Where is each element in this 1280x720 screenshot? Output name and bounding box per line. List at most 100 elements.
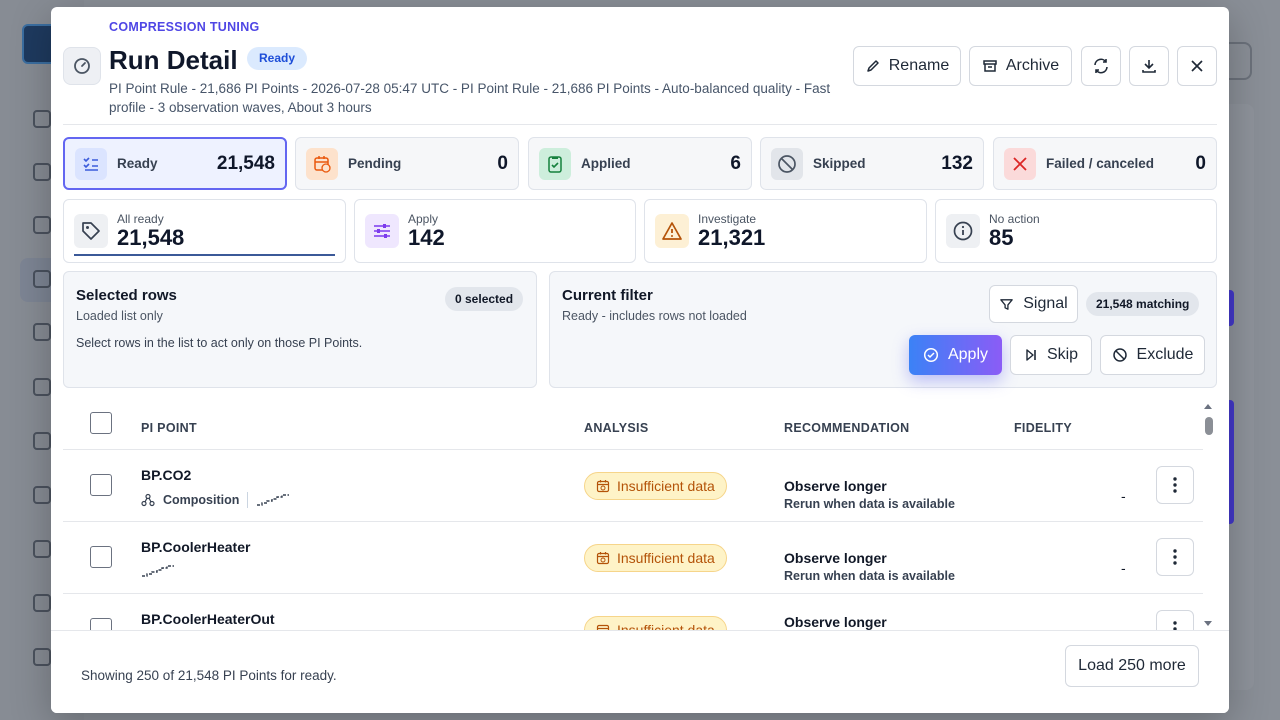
clipboard-check-icon	[539, 147, 571, 180]
refresh-icon	[1094, 58, 1108, 74]
exclude-button[interactable]: Exclude	[1100, 335, 1205, 375]
skip-button[interactable]: Skip	[1010, 335, 1092, 375]
eyebrow-label: COMPRESSION TUNING	[109, 20, 260, 34]
metric-label: All ready	[117, 212, 164, 226]
calendar-clock-icon	[596, 624, 610, 630]
load-more-button[interactable]: Load 250 more	[1065, 645, 1199, 687]
stat-label: Failed / canceled	[1046, 156, 1155, 171]
download-icon	[1142, 60, 1156, 73]
current-filter-title: Current filter	[562, 287, 653, 304]
analysis-badge: Insufficient data	[584, 472, 727, 500]
selected-rows-subtitle: Loaded list only	[76, 309, 163, 323]
cube-icon	[33, 486, 51, 504]
rename-button[interactable]: Rename	[853, 46, 961, 86]
composition-icon	[141, 493, 155, 507]
pencil-icon	[867, 60, 879, 72]
status-badge: Ready	[247, 47, 308, 70]
run-subtitle: PI Point Rule - 21,686 PI Points - 2026-…	[109, 81, 831, 115]
close-button[interactable]	[1177, 46, 1217, 86]
step-signal-icon	[142, 565, 174, 577]
analysis-label: Insufficient data	[617, 478, 715, 494]
metric-no-action[interactable]: No action 85	[935, 199, 1217, 263]
selected-rows-title: Selected rows	[76, 287, 177, 304]
pi-point-tags: Composition	[141, 492, 290, 508]
stat-value: 0	[1195, 152, 1206, 174]
selected-count-badge: 0 selected	[445, 287, 524, 311]
active-underline	[74, 254, 335, 256]
step-signal-icon	[257, 494, 290, 506]
more-vertical-icon	[1173, 549, 1177, 565]
recommendation-subtitle: Rerun when data is available	[784, 569, 955, 583]
scrollbar-thumb[interactable]	[1205, 417, 1213, 435]
table-header: PI POINT ANALYSIS RECOMMENDATION FIDELIT…	[63, 400, 1203, 450]
metric-value: 21,548	[117, 225, 185, 250]
analysis-label: Insufficient data	[617, 622, 715, 630]
row-checkbox[interactable]	[90, 474, 112, 496]
history-icon	[33, 216, 51, 234]
pulse-icon	[33, 432, 51, 450]
select-all-checkbox[interactable]	[90, 412, 112, 434]
fidelity-value: -	[1121, 488, 1126, 504]
stat-applied[interactable]: Applied 6	[528, 137, 752, 190]
analysis-label: Insufficient data	[617, 550, 715, 566]
rename-label: Rename	[888, 57, 950, 74]
apply-button[interactable]: Apply	[909, 335, 1002, 375]
tag-nav-icon	[33, 323, 51, 341]
column-fidelity[interactable]: FIDELITY	[1014, 421, 1072, 435]
check-circle-icon	[923, 347, 939, 363]
column-pi-point[interactable]: PI POINT	[141, 421, 197, 435]
current-filter-panel: Current filter Ready - includes rows not…	[549, 271, 1217, 388]
metric-all-ready[interactable]: All ready 21,548	[63, 199, 346, 263]
row-menu-button[interactable]	[1156, 466, 1194, 504]
row-menu-button[interactable]	[1156, 538, 1194, 576]
metric-label: No action	[989, 212, 1040, 226]
column-analysis[interactable]: ANALYSIS	[584, 421, 648, 435]
metric-investigate[interactable]: Investigate 21,321	[644, 199, 927, 263]
stat-ready[interactable]: Ready 21,548	[63, 137, 287, 190]
calendar-clock-icon	[306, 147, 338, 180]
stat-label: Ready	[117, 156, 158, 171]
table-row[interactable]: BP.CoolerHeater Insufficient data Observ…	[63, 522, 1203, 594]
column-recommendation[interactable]: RECOMMENDATION	[784, 421, 910, 435]
ban-icon	[1112, 348, 1127, 362]
gauge-icon	[63, 47, 101, 85]
info-icon	[946, 214, 980, 248]
archive-button[interactable]: Archive	[969, 46, 1072, 86]
row-checkbox[interactable]	[90, 546, 112, 568]
stat-value: 0	[497, 152, 508, 174]
signal-label: Signal	[1023, 295, 1068, 312]
table-row[interactable]: BP.CoolerHeaterOut Insufficient data Obs…	[63, 594, 1203, 630]
metric-label: Investigate	[698, 212, 757, 226]
skip-icon	[1026, 349, 1036, 361]
boxes-icon	[33, 540, 51, 558]
stat-skipped[interactable]: Skipped 132	[760, 137, 984, 190]
download-button[interactable]	[1129, 46, 1169, 86]
alert-icon	[33, 163, 51, 181]
recommendation-title: Observe longer	[784, 478, 887, 494]
refresh-button[interactable]	[1081, 46, 1121, 86]
exclude-label: Exclude	[1136, 346, 1194, 363]
modal-footer: Showing 250 of 21,548 PI Points for read…	[51, 630, 1229, 713]
signal-filter-button[interactable]: Signal	[989, 285, 1078, 323]
tag-icon	[74, 214, 108, 248]
stat-pending[interactable]: Pending 0	[295, 137, 519, 190]
monitor-icon	[33, 594, 51, 612]
stat-failed[interactable]: Failed / canceled 0	[993, 137, 1217, 190]
matching-count-badge: 21,548 matching	[1086, 292, 1200, 316]
analysis-badge: Insufficient data	[584, 616, 727, 630]
apply-label: Apply	[947, 346, 989, 363]
checklist-icon	[75, 147, 107, 180]
skip-label: Skip	[1046, 346, 1079, 363]
more-vertical-icon	[1173, 477, 1177, 493]
metric-apply[interactable]: Apply 142	[354, 199, 636, 263]
filter-icon	[1000, 298, 1014, 310]
calendar-clock-icon	[596, 552, 610, 565]
stat-label: Pending	[348, 156, 402, 171]
row-checkbox[interactable]	[90, 618, 112, 630]
stat-value: 132	[941, 152, 973, 174]
row-menu-button[interactable]	[1156, 610, 1194, 630]
stat-label: Skipped	[813, 156, 866, 171]
table-scrollbar[interactable]	[1201, 403, 1215, 627]
table-row[interactable]: BP.CO2 Composition Insufficient data Obs…	[63, 450, 1203, 522]
calculator-icon	[33, 270, 51, 288]
